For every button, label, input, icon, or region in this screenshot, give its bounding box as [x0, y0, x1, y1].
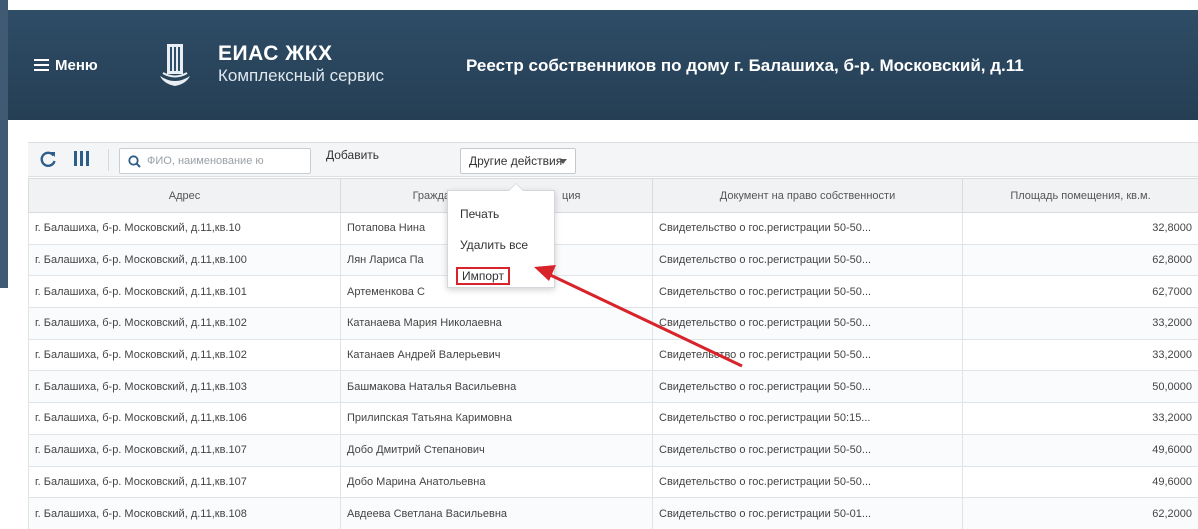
cell-area: 62,2000	[962, 497, 1198, 529]
table-row[interactable]: г. Балашиха, б-р. Московский, д.11,кв.10…	[28, 243, 1198, 277]
table-body: г. Балашиха, б-р. Московский, д.11,кв.10…	[28, 212, 1198, 529]
other-actions-dropdown: Печать Удалить все Импорт	[447, 183, 555, 288]
search-icon	[128, 154, 141, 168]
app-window: Меню ЕИАС ЖКХ Комплексный сервис Реестр …	[0, 0, 1198, 529]
columns-icon[interactable]	[74, 151, 90, 167]
cell-owner: Добо Дмитрий Степанович	[340, 433, 653, 467]
column-header-document[interactable]: Документ на право собственности	[652, 178, 963, 213]
menu-button[interactable]: Меню	[34, 56, 98, 74]
table-header-row: Адрес Гражда ция Документ на право собств…	[28, 178, 1198, 213]
cell-area: 32,8000	[962, 212, 1198, 245]
table-row[interactable]: г. Балашиха, б-р. Московский, д.11,кв.10…	[28, 212, 1198, 245]
chevron-down-icon	[559, 159, 567, 164]
cell-document: Свидетельство о гос.регистрации 50-01...	[652, 497, 963, 529]
cell-owner: Авдеева Светлана Васильевна	[340, 497, 653, 529]
toolbar: Добавить Другие действия	[28, 142, 1198, 177]
cell-document: Свидетельство о гос.регистрации 50-50...	[652, 370, 963, 404]
cell-area: 33,2000	[962, 402, 1198, 435]
cell-address: г. Балашиха, б-р. Московский, д.11,кв.10…	[28, 370, 341, 404]
search-input[interactable]	[147, 155, 297, 167]
table-row[interactable]: г. Балашиха, б-р. Московский, д.11,кв.10…	[28, 497, 1198, 529]
page-title: Реестр собственников по дому г. Балашиха…	[466, 56, 1024, 75]
cell-document: Свидетельство о гос.регистрации 50-50...	[652, 465, 963, 499]
cell-area: 62,7000	[962, 275, 1198, 309]
brand-block: ЕИАС ЖКХ Комплексный сервис	[218, 43, 384, 87]
cell-area: 33,2000	[962, 338, 1198, 372]
cell-address: г. Балашиха, б-р. Московский, д.11,кв.10…	[28, 433, 341, 467]
cell-address: г. Балашиха, б-р. Московский, д.11,кв.10…	[28, 465, 341, 499]
cell-address: г. Балашиха, б-р. Московский, д.11,кв.10…	[28, 338, 341, 372]
cell-area: 49,6000	[962, 433, 1198, 467]
cell-owner: Добо Марина Анатольевна	[340, 465, 653, 499]
cell-document: Свидетельство о гос.регистрации 50-50...	[652, 307, 963, 340]
brand-title: ЕИАС ЖКХ	[218, 42, 333, 65]
column-header-citizen-visible: Гражда	[412, 189, 451, 202]
other-actions-button[interactable]: Другие действия	[460, 148, 576, 174]
hamburger-icon	[34, 56, 49, 74]
cell-document: Свидетельство о гос.регистрации 50-50...	[652, 338, 963, 372]
cell-document: Свидетельство о гос.регистрации 50-50...	[652, 243, 963, 277]
cell-address: г. Балашиха, б-р. Московский, д.11,кв.10…	[28, 307, 341, 340]
cell-owner: Катанаев Андрей Валерьевич	[340, 338, 653, 372]
column-header-address[interactable]: Адрес	[28, 178, 341, 213]
cell-document: Свидетельство о гос.регистрации 50-50...	[652, 433, 963, 467]
cell-address: г. Балашиха, б-р. Московский, д.11,кв.10…	[28, 275, 341, 309]
table-row[interactable]: г. Балашиха, б-р. Московский, д.11,кв.10…	[28, 338, 1198, 372]
table-row[interactable]: г. Балашиха, б-р. Московский, д.11,кв.10…	[28, 307, 1198, 340]
owners-table: Адрес Гражда ция Документ на право собств…	[28, 178, 1198, 529]
cell-area: 33,2000	[962, 307, 1198, 340]
cell-owner: Прилипская Татьяна Каримовна	[340, 402, 653, 435]
cell-address: г. Балашиха, б-р. Московский, д.11,кв.10…	[28, 243, 341, 277]
cell-area: 62,8000	[962, 243, 1198, 277]
cell-area: 49,6000	[962, 465, 1198, 499]
cell-document: Свидетельство о гос.регистрации 50-50...	[652, 212, 963, 245]
add-button[interactable]: Добавить	[320, 148, 385, 174]
cell-owner: Башмакова Наталья Васильевна	[340, 370, 653, 404]
refresh-icon[interactable]	[38, 149, 58, 169]
menu-label: Меню	[55, 56, 98, 74]
menu-item-print[interactable]: Печать	[460, 207, 499, 221]
table-row[interactable]: г. Балашиха, б-р. Московский, д.11,кв.10…	[28, 370, 1198, 404]
cell-document: Свидетельство о гос.регистрации 50:15...	[652, 402, 963, 435]
menu-item-delete-all[interactable]: Удалить все	[460, 238, 528, 252]
column-header-citizen-tail: ция	[562, 189, 581, 202]
table-row[interactable]: г. Балашиха, б-р. Московский, д.11,кв.10…	[28, 275, 1198, 309]
left-sidebar-strip	[0, 0, 8, 288]
app-header: Меню ЕИАС ЖКХ Комплексный сервис Реестр …	[8, 10, 1198, 120]
column-header-area[interactable]: Площадь помещения, кв.м.	[962, 178, 1198, 213]
brand-subtitle: Комплексный сервис	[218, 66, 385, 85]
cell-address: г. Балашиха, б-р. Московский, д.11,кв.10…	[28, 497, 341, 529]
search-box[interactable]	[119, 148, 311, 174]
cell-document: Свидетельство о гос.регистрации 50-50...	[652, 275, 963, 309]
cell-address: г. Балашиха, б-р. Московский, д.11,кв.10	[28, 212, 341, 245]
cell-owner: Катанаева Мария Николаевна	[340, 307, 653, 340]
menu-item-import[interactable]: Импорт	[456, 267, 510, 285]
table-row[interactable]: г. Балашиха, б-р. Московский, д.11,кв.10…	[28, 433, 1198, 467]
toolbar-divider	[108, 149, 109, 171]
other-actions-label: Другие действия	[469, 154, 563, 168]
cell-address: г. Балашиха, б-р. Московский, д.11,кв.10…	[28, 402, 341, 435]
table-row[interactable]: г. Балашиха, б-р. Московский, д.11,кв.10…	[28, 402, 1198, 435]
cell-area: 50,0000	[962, 370, 1198, 404]
table-row[interactable]: г. Балашиха, б-р. Московский, д.11,кв.10…	[28, 465, 1198, 499]
building-logo-icon	[160, 44, 190, 86]
